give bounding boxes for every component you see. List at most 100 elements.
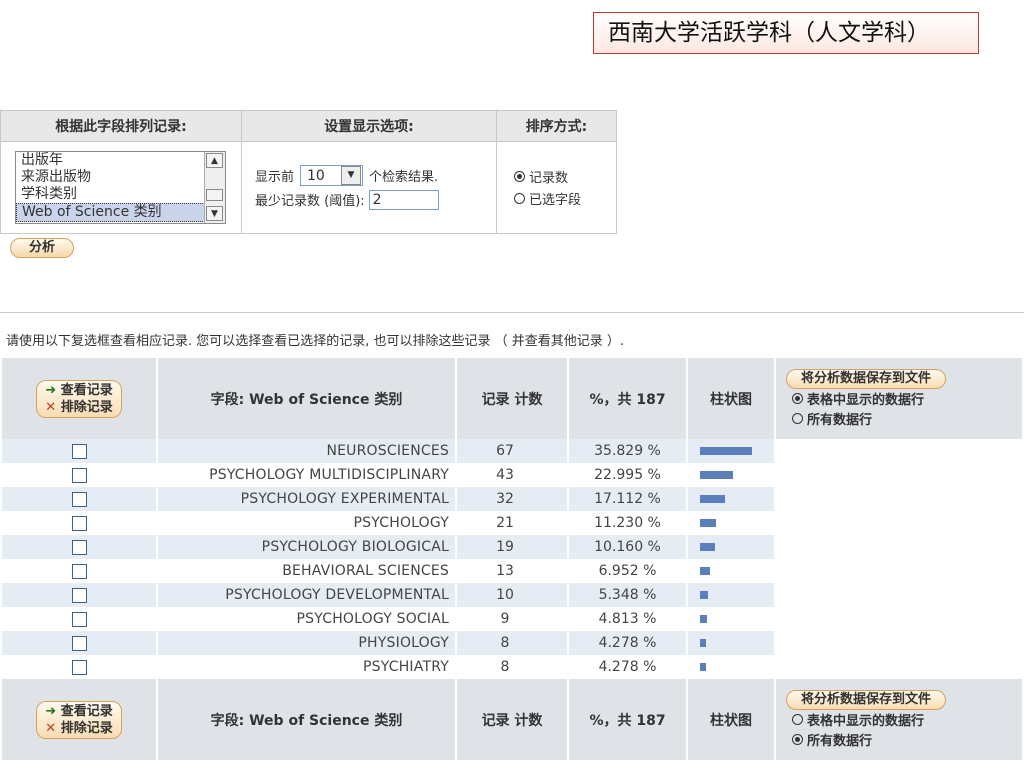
exclude-records-label: 排除记录 [60,720,113,736]
empty-cell [776,439,1022,463]
bar-chart-bar [700,567,710,575]
radio-unchecked-icon[interactable] [514,193,525,204]
row-checkbox-cell [2,583,156,607]
record-count: 43 [496,467,514,483]
row-checkbox-cell [2,487,156,511]
bar-cell [688,463,774,487]
field-column-header: 字段: Web of Science 类别 [158,358,455,439]
row-checkbox[interactable] [71,587,87,603]
row-checkbox[interactable] [71,659,87,675]
bar-chart-bar [700,639,706,647]
view-records-button[interactable]: ➜ 查看记录 [45,383,112,398]
sort-by-records-option[interactable]: 记录数 [498,166,615,188]
bar-cell [688,535,774,559]
record-percent: 11.230 % [594,515,661,531]
record-percent: 17.112 % [569,487,686,511]
record-percent: 4.813 % [598,611,657,627]
bar-chart-bar [700,471,733,479]
show-top-suffix: 个检索结果. [369,170,439,185]
view-records-button[interactable]: ➜ 查看记录 [45,704,112,719]
record-actions: ➜ 查看记录 ✕ 排除记录 [36,700,122,739]
sort-by-field-option[interactable]: 已选字段 [498,188,615,210]
row-checkbox[interactable] [71,467,87,483]
radio-unchecked-icon[interactable] [792,714,803,725]
row-checkbox-cell [2,655,156,679]
row-checkbox[interactable] [71,515,87,531]
row-checkbox-cell [2,511,156,535]
count-column-header: 记录 计数 [457,358,567,439]
analyze-button[interactable]: 分析 [10,238,75,258]
radio-unchecked-icon[interactable] [792,413,803,424]
empty-cell [776,463,1022,487]
radio-checked-icon[interactable] [792,734,803,745]
record-count: 21 [496,515,514,531]
scroll-down-icon[interactable]: ▼ [206,206,223,221]
row-checkbox[interactable] [71,611,87,627]
rank-field-option[interactable]: 学科类别 [16,186,225,203]
record-percent: 4.278 % [598,659,657,675]
save-all-rows-option[interactable]: 所有数据行 [792,730,1016,750]
table-row: PSYCHOLOGY EXPERIMENTAL 32 17.112 % [2,487,1022,511]
record-count: 10 [457,583,567,607]
rank-field-option[interactable]: 出版年 [16,152,225,169]
percent-column-header: %，共 187 [569,358,686,439]
row-checkbox[interactable] [71,443,87,459]
empty-cell [776,583,1022,607]
rank-field-option[interactable]: 来源出版物 [16,169,225,186]
radio-checked-icon[interactable] [514,171,525,182]
record-count: 9 [500,611,510,627]
save-panel: 将分析数据保存到文件 表格中显示的数据行 所有数据行 [776,358,1022,439]
save-to-file-button[interactable]: 将分析数据保存到文件 [786,689,947,710]
empty-cell [776,487,1022,511]
display-options-header: 设置显示选项: [241,110,497,142]
rank-field-listbox[interactable]: 出版年 来源出版物 学科类别 Web of Science 类别 ▲ ▼ [15,151,226,224]
save-all-rows-label: 所有数据行 [807,734,873,749]
save-all-rows-option[interactable]: 所有数据行 [792,409,1016,429]
bar-cell [688,439,774,463]
category-name: PSYCHOLOGY DEVELOPMENTAL [158,583,455,607]
record-percent: 5.348 % [569,583,686,607]
row-checkbox-cell [2,631,156,655]
bar-cell [688,655,774,679]
show-top-select[interactable]: 10 ▼ [300,165,364,186]
bar-cell [688,487,774,511]
record-count: 8 [457,631,567,655]
exclude-records-button[interactable]: ✕ 排除记录 [45,721,112,736]
save-table-rows-option[interactable]: 表格中显示的数据行 [792,710,1016,730]
bar-cell [688,559,774,583]
category-name: PSYCHOLOGY [353,515,449,531]
empty-cell [776,559,1022,583]
row-checkbox[interactable] [71,635,87,651]
bar-chart-bar [700,663,706,671]
listbox-scrollbar[interactable]: ▲ ▼ [204,152,225,223]
min-records-label: 最少记录数 (阈值): [255,194,365,209]
save-to-file-button[interactable]: 将分析数据保存到文件 [786,368,947,389]
row-checkbox[interactable] [71,563,87,579]
record-actions: ➜ 查看记录 ✕ 排除记录 [36,379,122,418]
row-checkbox-cell [2,535,156,559]
rank-field-option[interactable]: Web of Science 类别 [16,203,225,222]
sort-by-field-label: 已选字段 [529,193,582,208]
bar-cell [688,631,774,655]
chevron-down-icon[interactable]: ▼ [341,166,362,185]
view-records-label: 查看记录 [60,703,113,719]
show-top-row: 显示前 10 ▼ 个检索结果. [243,164,495,188]
save-table-rows-option[interactable]: 表格中显示的数据行 [792,389,1016,409]
scroll-thumb[interactable] [206,189,223,201]
bar-chart-bar [700,543,715,551]
bar-chart-bar [700,591,708,599]
exclude-records-button[interactable]: ✕ 排除记录 [45,400,112,415]
record-percent: 4.278 % [569,631,686,655]
scroll-up-icon[interactable]: ▲ [206,153,223,168]
view-records-label: 查看记录 [60,382,113,398]
row-checkbox-cell [2,607,156,631]
arrow-right-icon: ➜ [45,703,57,719]
record-count: 32 [457,487,567,511]
min-records-input[interactable]: 2 [368,189,439,210]
empty-cell [776,607,1022,631]
record-count: 19 [457,535,567,559]
results-table: ➜ 查看记录 ✕ 排除记录 字段: Web of Science 类别 记录 计… [0,358,1024,760]
radio-checked-icon[interactable] [792,393,803,404]
row-checkbox[interactable] [71,539,87,555]
row-checkbox[interactable] [71,491,87,507]
